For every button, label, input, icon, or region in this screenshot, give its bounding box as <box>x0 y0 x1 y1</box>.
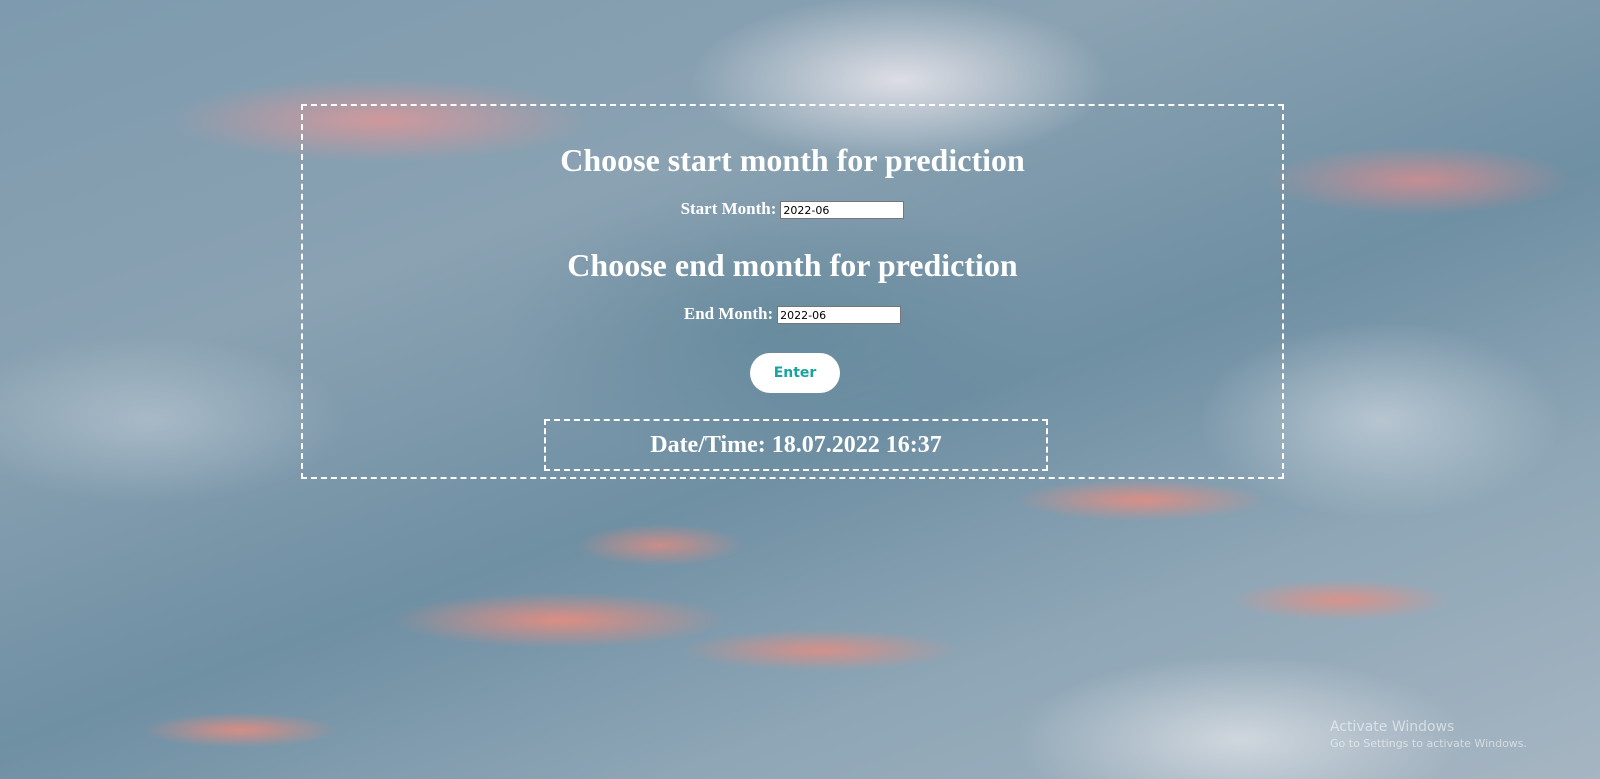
datetime-display: Date/Time: 18.07.2022 16:37 <box>544 419 1048 471</box>
end-month-input[interactable] <box>777 306 902 325</box>
activate-windows-watermark: Activate Windows Go to Settings to activ… <box>1330 718 1527 752</box>
page-background: { "form": { "start_heading": "Choose sta… <box>0 0 1600 779</box>
end-month-row: End Month: <box>303 304 1282 325</box>
watermark-subtitle: Go to Settings to activate Windows. <box>1330 737 1528 750</box>
end-month-heading: Choose end month for prediction <box>567 247 1018 283</box>
watermark-title: Activate Windows <box>1330 719 1455 735</box>
start-month-heading: Choose start month for prediction <box>560 142 1025 178</box>
start-month-row: Start Month: <box>303 199 1282 220</box>
start-month-input[interactable] <box>780 201 905 220</box>
enter-button[interactable]: Enter <box>750 353 840 393</box>
prediction-form-panel: Choose start month for prediction Start … <box>301 104 1284 479</box>
end-month-label: End Month: <box>683 304 774 323</box>
start-month-label: Start Month: <box>680 199 777 218</box>
